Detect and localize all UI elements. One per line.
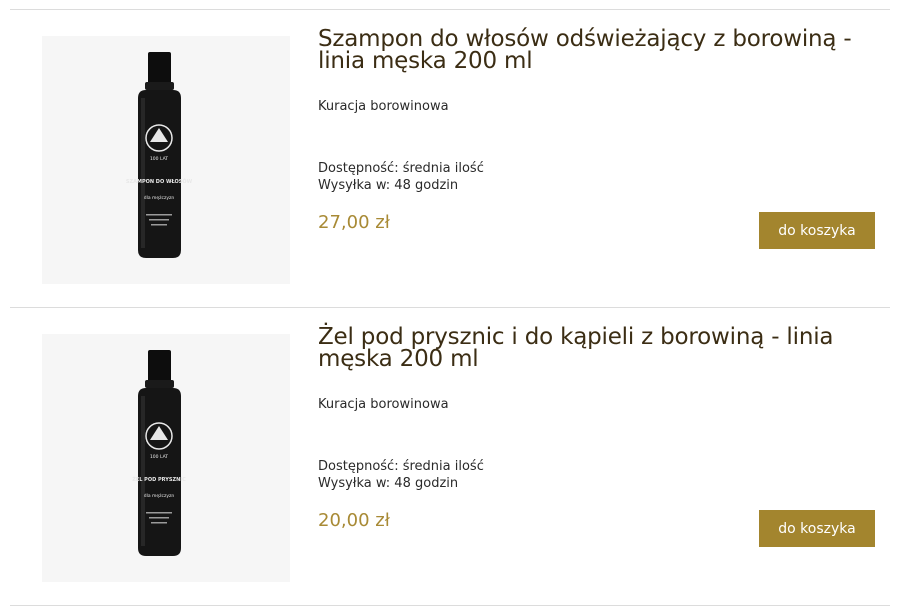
add-to-cart-button[interactable]: do koszyka	[759, 510, 875, 547]
product-availability-block: Dostępność: średnia ilość Wysyłka w: 48 …	[318, 458, 484, 492]
add-to-cart-button[interactable]: do koszyka	[759, 212, 875, 249]
availability-text: Dostępność: średnia ilość	[318, 161, 484, 176]
product-item-shower-gel: 100 LAT ŻEL POD PRYSZNIC dla mężczyzn Że…	[0, 308, 900, 606]
product-item-shampoo: 100 LAT SZAMPON DO WŁOSÓW dla mężczyzn S…	[0, 10, 900, 308]
product-category: Kuracja borowinowa	[318, 99, 449, 114]
bottle-label-for: dla mężczyzn	[144, 493, 175, 499]
product-price: 20,00 zł	[318, 510, 390, 531]
bottle-label-years: 100 LAT	[150, 454, 168, 460]
product-category: Kuracja borowinowa	[318, 397, 449, 412]
availability-text: Dostępność: średnia ilość	[318, 459, 484, 474]
shipping-text: Wysyłka w: 48 godzin	[318, 178, 459, 193]
list-divider-bottom	[10, 605, 890, 606]
bottle-label-for: dla mężczyzn	[144, 195, 175, 201]
shower-gel-bottle-image: 100 LAT ŻEL POD PRYSZNIC dla mężczyzn	[132, 350, 186, 556]
bottle-label-name: ŻEL POD PRYSZNIC	[132, 476, 186, 483]
product-title[interactable]: Żel pod prysznic i do kąpieli z borowiną…	[318, 326, 878, 371]
product-image[interactable]: 100 LAT ŻEL POD PRYSZNIC dla mężczyzn	[42, 334, 290, 582]
shampoo-bottle-image: 100 LAT SZAMPON DO WŁOSÓW dla mężczyzn	[126, 52, 193, 258]
shipping-text: Wysyłka w: 48 godzin	[318, 476, 459, 491]
product-image[interactable]: 100 LAT SZAMPON DO WŁOSÓW dla mężczyzn	[42, 36, 290, 284]
bottle-label-name: SZAMPON DO WŁOSÓW	[126, 178, 193, 185]
product-availability-block: Dostępność: średnia ilość Wysyłka w: 48 …	[318, 160, 484, 194]
product-title[interactable]: Szampon do włosów odświeżający z borowin…	[318, 28, 878, 73]
bottle-label-years: 100 LAT	[150, 156, 168, 162]
product-price: 27,00 zł	[318, 212, 390, 233]
